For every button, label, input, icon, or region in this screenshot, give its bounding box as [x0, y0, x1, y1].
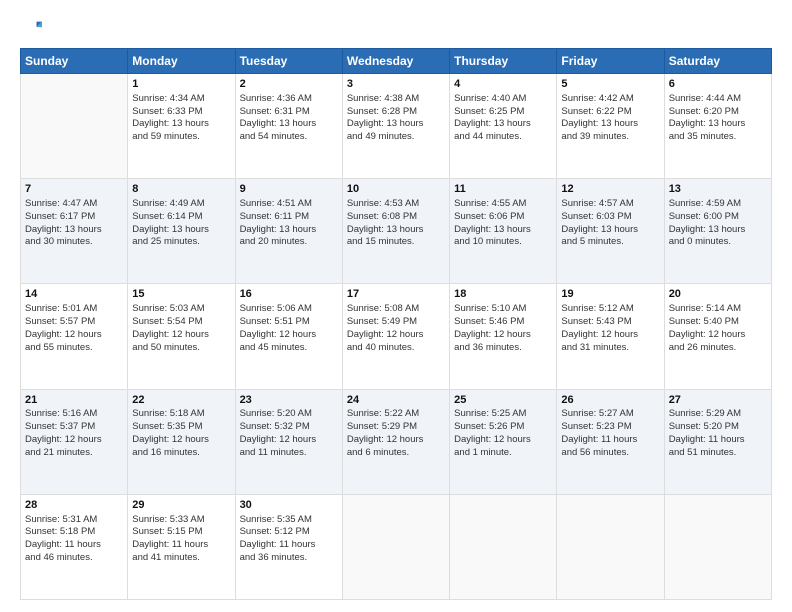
calendar-cell: 8Sunrise: 4:49 AMSunset: 6:14 PMDaylight… [128, 179, 235, 284]
week-row-5: 28Sunrise: 5:31 AMSunset: 5:18 PMDayligh… [21, 494, 772, 599]
calendar-cell [21, 74, 128, 179]
day-number: 24 [347, 393, 445, 408]
calendar-cell: 27Sunrise: 5:29 AMSunset: 5:20 PMDayligh… [664, 389, 771, 494]
day-number: 22 [132, 393, 230, 408]
day-number: 3 [347, 77, 445, 92]
day-number: 25 [454, 393, 552, 408]
calendar-cell: 18Sunrise: 5:10 AMSunset: 5:46 PMDayligh… [450, 284, 557, 389]
calendar-cell: 15Sunrise: 5:03 AMSunset: 5:54 PMDayligh… [128, 284, 235, 389]
calendar-cell: 22Sunrise: 5:18 AMSunset: 5:35 PMDayligh… [128, 389, 235, 494]
calendar-cell: 28Sunrise: 5:31 AMSunset: 5:18 PMDayligh… [21, 494, 128, 599]
calendar-cell: 1Sunrise: 4:34 AMSunset: 6:33 PMDaylight… [128, 74, 235, 179]
day-number: 20 [669, 287, 767, 302]
weekday-header-friday: Friday [557, 49, 664, 74]
logo-icon [20, 18, 42, 40]
calendar-cell [342, 494, 449, 599]
day-number: 11 [454, 182, 552, 197]
weekday-header-sunday: Sunday [21, 49, 128, 74]
day-number: 27 [669, 393, 767, 408]
logo [20, 18, 46, 40]
week-row-3: 14Sunrise: 5:01 AMSunset: 5:57 PMDayligh… [21, 284, 772, 389]
calendar-cell [664, 494, 771, 599]
calendar-cell: 29Sunrise: 5:33 AMSunset: 5:15 PMDayligh… [128, 494, 235, 599]
calendar-cell: 12Sunrise: 4:57 AMSunset: 6:03 PMDayligh… [557, 179, 664, 284]
calendar-cell: 14Sunrise: 5:01 AMSunset: 5:57 PMDayligh… [21, 284, 128, 389]
day-number: 16 [240, 287, 338, 302]
day-number: 6 [669, 77, 767, 92]
calendar-cell: 11Sunrise: 4:55 AMSunset: 6:06 PMDayligh… [450, 179, 557, 284]
calendar-cell: 7Sunrise: 4:47 AMSunset: 6:17 PMDaylight… [21, 179, 128, 284]
day-number: 10 [347, 182, 445, 197]
day-number: 13 [669, 182, 767, 197]
calendar-cell: 5Sunrise: 4:42 AMSunset: 6:22 PMDaylight… [557, 74, 664, 179]
calendar-cell: 16Sunrise: 5:06 AMSunset: 5:51 PMDayligh… [235, 284, 342, 389]
calendar-cell: 2Sunrise: 4:36 AMSunset: 6:31 PMDaylight… [235, 74, 342, 179]
calendar-cell: 4Sunrise: 4:40 AMSunset: 6:25 PMDaylight… [450, 74, 557, 179]
day-number: 28 [25, 498, 123, 513]
calendar-cell: 21Sunrise: 5:16 AMSunset: 5:37 PMDayligh… [21, 389, 128, 494]
day-number: 12 [561, 182, 659, 197]
day-number: 4 [454, 77, 552, 92]
day-number: 23 [240, 393, 338, 408]
weekday-header-wednesday: Wednesday [342, 49, 449, 74]
week-row-2: 7Sunrise: 4:47 AMSunset: 6:17 PMDaylight… [21, 179, 772, 284]
week-row-1: 1Sunrise: 4:34 AMSunset: 6:33 PMDaylight… [21, 74, 772, 179]
calendar-cell: 10Sunrise: 4:53 AMSunset: 6:08 PMDayligh… [342, 179, 449, 284]
day-number: 21 [25, 393, 123, 408]
weekday-header-tuesday: Tuesday [235, 49, 342, 74]
day-number: 15 [132, 287, 230, 302]
calendar-cell: 19Sunrise: 5:12 AMSunset: 5:43 PMDayligh… [557, 284, 664, 389]
day-number: 14 [25, 287, 123, 302]
header [20, 18, 772, 40]
day-number: 26 [561, 393, 659, 408]
weekday-header-saturday: Saturday [664, 49, 771, 74]
day-number: 2 [240, 77, 338, 92]
calendar-cell: 30Sunrise: 5:35 AMSunset: 5:12 PMDayligh… [235, 494, 342, 599]
weekday-header-thursday: Thursday [450, 49, 557, 74]
calendar-cell: 3Sunrise: 4:38 AMSunset: 6:28 PMDaylight… [342, 74, 449, 179]
day-number: 19 [561, 287, 659, 302]
weekday-header-row: SundayMondayTuesdayWednesdayThursdayFrid… [21, 49, 772, 74]
calendar-cell: 26Sunrise: 5:27 AMSunset: 5:23 PMDayligh… [557, 389, 664, 494]
day-number: 29 [132, 498, 230, 513]
calendar-cell: 13Sunrise: 4:59 AMSunset: 6:00 PMDayligh… [664, 179, 771, 284]
calendar-cell: 6Sunrise: 4:44 AMSunset: 6:20 PMDaylight… [664, 74, 771, 179]
day-number: 17 [347, 287, 445, 302]
calendar-cell: 17Sunrise: 5:08 AMSunset: 5:49 PMDayligh… [342, 284, 449, 389]
page: SundayMondayTuesdayWednesdayThursdayFrid… [0, 0, 792, 612]
day-number: 9 [240, 182, 338, 197]
day-number: 1 [132, 77, 230, 92]
calendar-cell: 24Sunrise: 5:22 AMSunset: 5:29 PMDayligh… [342, 389, 449, 494]
calendar-cell: 25Sunrise: 5:25 AMSunset: 5:26 PMDayligh… [450, 389, 557, 494]
day-number: 30 [240, 498, 338, 513]
day-number: 5 [561, 77, 659, 92]
day-number: 18 [454, 287, 552, 302]
calendar-cell: 9Sunrise: 4:51 AMSunset: 6:11 PMDaylight… [235, 179, 342, 284]
day-number: 8 [132, 182, 230, 197]
week-row-4: 21Sunrise: 5:16 AMSunset: 5:37 PMDayligh… [21, 389, 772, 494]
calendar-cell [557, 494, 664, 599]
calendar-cell [450, 494, 557, 599]
calendar-cell: 20Sunrise: 5:14 AMSunset: 5:40 PMDayligh… [664, 284, 771, 389]
calendar-cell: 23Sunrise: 5:20 AMSunset: 5:32 PMDayligh… [235, 389, 342, 494]
weekday-header-monday: Monday [128, 49, 235, 74]
day-number: 7 [25, 182, 123, 197]
calendar-table: SundayMondayTuesdayWednesdayThursdayFrid… [20, 48, 772, 600]
